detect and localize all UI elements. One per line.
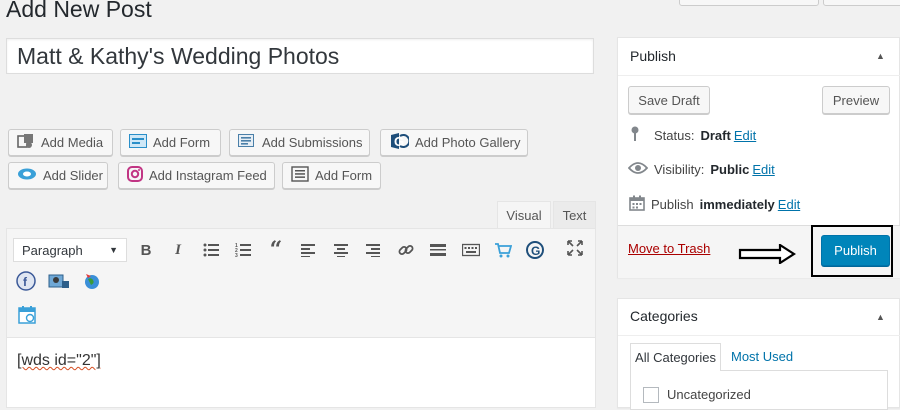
submissions-icon <box>238 134 256 151</box>
add-media-button[interactable]: Add Media <box>8 129 113 156</box>
gallery-g-icon[interactable]: G <box>523 238 547 262</box>
tab-visual[interactable]: Visual <box>497 201 551 228</box>
publish-time-row: Publish immediately Edit <box>629 195 800 214</box>
keyboard-icon[interactable] <box>459 238 483 262</box>
publish-box-title: Publish <box>630 48 676 64</box>
move-to-trash-link[interactable]: Move to Trash <box>628 241 710 256</box>
status-value: Draft <box>700 128 731 143</box>
align-left-icon[interactable] <box>296 238 320 262</box>
add-instagram-feed-button[interactable]: Add Instagram Feed <box>118 162 275 189</box>
bulleted-list-icon[interactable] <box>199 238 223 262</box>
media-icon <box>17 133 35 152</box>
tab-text[interactable]: Text <box>553 201 596 228</box>
add-photo-gallery-label: Add Photo Gallery <box>415 135 521 150</box>
categories-box-title: Categories <box>630 308 698 324</box>
eye-icon <box>627 161 649 178</box>
preview-button[interactable]: Preview <box>822 86 890 114</box>
bold-icon[interactable]: B <box>134 238 158 262</box>
screen-options-button[interactable] <box>679 0 819 6</box>
form-list-icon <box>291 166 309 185</box>
add-form-label: Add Form <box>153 135 211 150</box>
visibility-row: Visibility: Public Edit <box>627 161 775 178</box>
tab-all-categories[interactable]: All Categories <box>630 343 721 371</box>
add-photo-gallery-button[interactable]: G Add Photo Gallery <box>380 129 528 156</box>
publish-header-divider <box>618 75 900 76</box>
page-title: Add New Post <box>6 0 152 22</box>
publish-time-value: immediately <box>699 197 775 212</box>
category-label: Uncategorized <box>667 387 751 402</box>
publish-button[interactable]: Publish <box>821 235 890 266</box>
caret-down-icon: ▼ <box>109 245 118 255</box>
read-more-icon[interactable] <box>426 238 450 262</box>
collapse-categories-icon[interactable]: ▲ <box>876 312 885 322</box>
status-label: Status: <box>654 128 695 143</box>
tab-most-used[interactable]: Most Used <box>731 349 793 364</box>
photo-gallery-icon: G <box>389 132 411 153</box>
format-select-value: Paragraph <box>22 242 83 258</box>
add-submissions-button[interactable]: Add Submissions <box>229 129 370 156</box>
italic-icon[interactable]: I <box>166 238 190 262</box>
post-title-input[interactable]: Matt & Kathy's Wedding Photos <box>6 38 594 74</box>
globe-icon[interactable] <box>80 269 104 293</box>
collapse-publish-icon[interactable]: ▲ <box>876 51 885 61</box>
blockquote-icon[interactable]: “ <box>264 238 288 262</box>
instagram-icon <box>127 166 143 185</box>
add-form-button[interactable]: Add Form <box>120 129 221 156</box>
align-center-icon[interactable] <box>329 238 353 262</box>
calendar-small-icon <box>629 195 645 214</box>
edit-publish-time-link[interactable]: Edit <box>778 197 800 212</box>
category-checkbox[interactable] <box>643 387 659 403</box>
align-right-icon[interactable] <box>361 238 385 262</box>
numbered-list-icon[interactable]: 123 <box>231 238 255 262</box>
edit-visibility-link[interactable]: Edit <box>752 162 774 177</box>
svg-text:3: 3 <box>235 253 238 257</box>
cart-icon[interactable] <box>491 238 515 262</box>
format-select[interactable]: Paragraph ▼ <box>13 238 127 262</box>
arrow-icon <box>738 242 797 269</box>
fullscreen-icon[interactable] <box>563 236 587 260</box>
status-row: Status: Draft Edit <box>630 126 756 145</box>
add-slider-label: Add Slider <box>43 168 103 183</box>
edit-status-link[interactable]: Edit <box>734 128 756 143</box>
save-draft-button[interactable]: Save Draft <box>628 86 710 114</box>
add-submissions-label: Add Submissions <box>262 135 363 150</box>
add-form-button-2[interactable]: Add Form <box>282 162 381 189</box>
form-icon <box>129 134 147 151</box>
facebook-icon[interactable]: f <box>14 269 38 293</box>
add-slider-button[interactable]: Add Slider <box>8 162 108 189</box>
publish-time-label: Publish <box>651 197 694 212</box>
add-instagram-feed-label: Add Instagram Feed <box>149 168 267 183</box>
calendar-icon[interactable] <box>15 303 39 327</box>
add-form-2-label: Add Form <box>315 168 373 183</box>
categories-header-divider <box>618 335 900 336</box>
editor-content[interactable]: [wds id="2"] <box>17 352 101 370</box>
visibility-value: Public <box>710 162 750 177</box>
pin-icon <box>630 126 640 145</box>
add-media-label: Add Media <box>41 135 104 150</box>
editor-content-text: [wds id="2"] <box>17 352 101 369</box>
photo-frame-icon[interactable] <box>47 269 71 293</box>
link-icon[interactable] <box>394 238 418 262</box>
slider-icon <box>17 167 37 184</box>
help-button[interactable] <box>823 0 900 6</box>
visibility-label: Visibility: <box>654 162 705 177</box>
svg-text:G: G <box>531 244 540 258</box>
